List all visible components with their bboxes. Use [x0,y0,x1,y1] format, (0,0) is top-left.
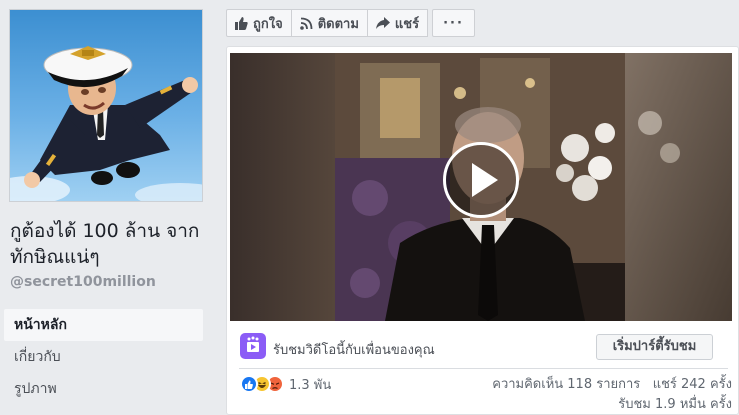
watch-party-icon [240,333,266,359]
video-player[interactable] [230,53,732,321]
video-post: รับชมวิดีโอนี้กับเพื่อนของคุณ เริ่มปาร์ต… [226,46,739,415]
reaction-count: 1.3 พัน [289,377,332,393]
share-button-label: แชร์ [394,16,420,32]
engagement-stats: ความคิดเห็น 118 รายการ แชร์ 242 ครั้ง รั… [492,375,732,415]
rss-icon [299,17,313,30]
main-column: ถูกใจ ติดตาม แชร์ ··· รับชมวิดีโอนี้กับเ… [213,0,739,415]
nav-item-photos[interactable]: รูปภาพ [4,373,203,405]
page-sidebar: กูต้องได้ 100 ล้าน จากทักษิณแน่ๆ @secret… [0,0,213,415]
share-count[interactable]: แชร์ 242 ครั้ง [653,377,732,392]
thumbs-up-icon [235,16,248,30]
page-nav: หน้าหลัก เกี่ยวกับ รูปภาพ [4,309,203,405]
page-username[interactable]: @secret100million [10,274,156,290]
watch-party-bar: รับชมวิดีโอนี้กับเพื่อนของคุณ เริ่มปาร์ต… [227,327,738,367]
follow-button-label: ติดตาม [317,16,359,32]
start-watch-party-button[interactable]: เริ่มปาร์ตี้รับชม [596,334,713,360]
view-count: รับชม 1.9 หมื่น ครั้ง [618,397,732,412]
reactions-summary[interactable]: 1.3 พัน [240,374,331,394]
nav-item-home[interactable]: หน้าหลัก [4,309,203,341]
nav-item-about[interactable]: เกี่ยวกับ [4,341,203,373]
more-options-button[interactable]: ··· [432,9,475,37]
pilot-cartoon-image [10,46,202,201]
comment-count[interactable]: ความคิดเห็น 118 รายการ [492,377,640,392]
watch-party-text: รับชมวิดีโอนี้กับเพื่อนของคุณ [273,343,435,358]
like-button-label: ถูกใจ [253,16,283,32]
play-button[interactable] [443,142,519,218]
page-title[interactable]: กูต้องได้ 100 ล้าน จากทักษิณแน่ๆ [10,218,210,270]
divider [239,368,728,369]
page-action-bar: ถูกใจ ติดตาม แชร์ ··· [226,9,475,39]
play-icon [472,163,498,197]
share-arrow-icon [375,16,390,29]
like-button[interactable]: ถูกใจ [226,9,292,37]
share-button[interactable]: แชร์ [366,9,429,37]
like-reaction-icon [240,375,258,393]
profile-picture[interactable] [9,9,203,202]
follow-button[interactable]: ติดตาม [290,9,368,37]
